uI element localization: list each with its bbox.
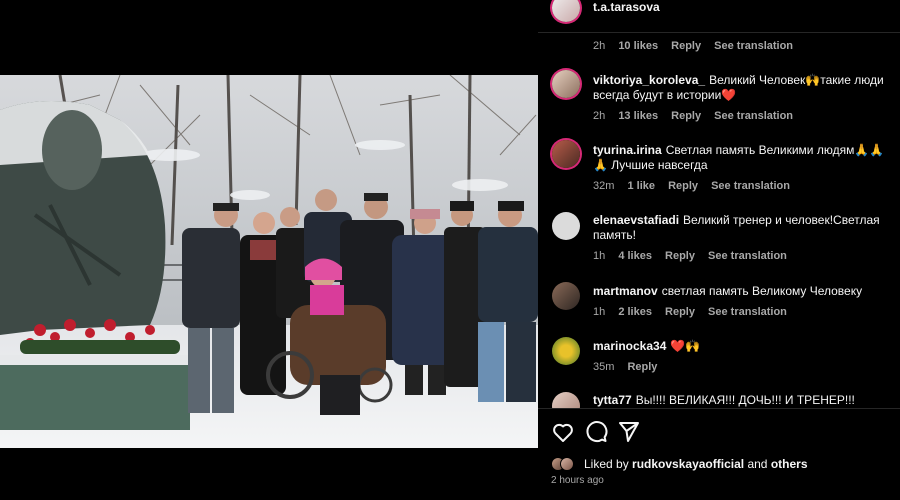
avatar[interactable] xyxy=(552,392,580,408)
comment-divider xyxy=(538,32,900,33)
comment-likes[interactable]: 10 likes xyxy=(618,40,658,52)
comment-time[interactable]: 2h xyxy=(593,40,605,52)
media-pane xyxy=(0,0,538,500)
reply-button[interactable]: Reply xyxy=(671,40,701,52)
comment-time[interactable]: 2h xyxy=(593,110,605,122)
comment-username[interactable]: tytta77 xyxy=(593,393,632,407)
comment-item: t.a.tarasova 2h 10 likes Reply See trans… xyxy=(538,0,900,56)
see-translation-link[interactable]: See translation xyxy=(708,250,787,262)
comment-username[interactable]: viktoriya_koroleva_ xyxy=(593,73,705,87)
reply-button[interactable]: Reply xyxy=(665,250,695,262)
post-photo-illustration xyxy=(0,75,538,448)
avatar[interactable] xyxy=(552,212,580,240)
comment-username[interactable]: t.a.tarasova xyxy=(593,0,660,14)
reply-button[interactable]: Reply xyxy=(668,180,698,192)
comment-item: viktoriya_koroleva_ Великий Человек🙌такие… xyxy=(538,70,900,126)
reply-button[interactable]: Reply xyxy=(627,361,657,373)
avatar[interactable] xyxy=(552,282,580,310)
comment-item: tytta77 Вы!!!! ВЕЛИКАЯ!!! ДОЧЬ!!! И ТРЕНЕ… xyxy=(538,392,900,408)
comment-item: elenaevstafiadi Великий тренер и человек!… xyxy=(538,210,900,266)
comment-likes[interactable]: 13 likes xyxy=(618,110,658,122)
post-photo xyxy=(0,75,538,448)
comment-icon[interactable] xyxy=(584,420,608,444)
comment-likes[interactable]: 4 likes xyxy=(618,250,652,262)
comment-time[interactable]: 35m xyxy=(593,361,614,373)
comment-time[interactable]: 32m xyxy=(593,180,614,192)
see-translation-link[interactable]: See translation xyxy=(708,306,787,318)
comment-username[interactable]: martmanov xyxy=(593,284,658,298)
avatar[interactable] xyxy=(552,70,580,98)
comment-item: martmanov светлая память Великому Человек… xyxy=(538,282,900,322)
liked-by-user[interactable]: rudkovskayaofficial xyxy=(632,457,744,471)
see-translation-link[interactable]: See translation xyxy=(711,180,790,192)
post-timestamp[interactable]: 2 hours ago xyxy=(551,475,604,486)
comment-likes[interactable]: 2 likes xyxy=(618,306,652,318)
liked-by-others[interactable]: others xyxy=(771,457,808,471)
comment-time[interactable]: 1h xyxy=(593,306,605,318)
heart-icon[interactable] xyxy=(551,420,575,444)
share-icon[interactable] xyxy=(617,420,641,444)
avatar[interactable] xyxy=(552,0,580,22)
liker-avatar[interactable] xyxy=(560,456,574,471)
comment-item: marinocka34 ❤️🙌 35m Reply xyxy=(538,337,900,377)
reply-button[interactable]: Reply xyxy=(665,306,695,318)
comment-username[interactable]: marinocka34 xyxy=(593,339,666,353)
comment-time[interactable]: 1h xyxy=(593,250,605,262)
comment-text: ❤️🙌 xyxy=(670,339,701,353)
see-translation-link[interactable]: See translation xyxy=(714,40,793,52)
comment-likes[interactable]: 1 like xyxy=(627,180,655,192)
see-translation-link[interactable]: See translation xyxy=(714,110,793,122)
actions-divider xyxy=(538,408,900,409)
comment-text: Вы!!!! ВЕЛИКАЯ!!! ДОЧЬ!!! И ТРЕНЕР!!! xyxy=(635,393,855,407)
comment-username[interactable]: tyurina.irina xyxy=(593,143,662,157)
comment-text: светлая память Великому Человеку xyxy=(661,284,863,298)
comment-item: tyurina.irina Светлая память Великими люд… xyxy=(538,140,900,196)
avatar[interactable] xyxy=(552,337,580,365)
reply-button[interactable]: Reply xyxy=(671,110,701,122)
liked-by-and: and xyxy=(747,457,768,471)
comment-username[interactable]: elenaevstafiadi xyxy=(593,213,679,227)
liked-by-row: Liked by rudkovskayaofficial and others xyxy=(551,456,808,472)
liked-by-prefix: Liked by xyxy=(584,457,629,471)
avatar[interactable] xyxy=(552,140,580,168)
